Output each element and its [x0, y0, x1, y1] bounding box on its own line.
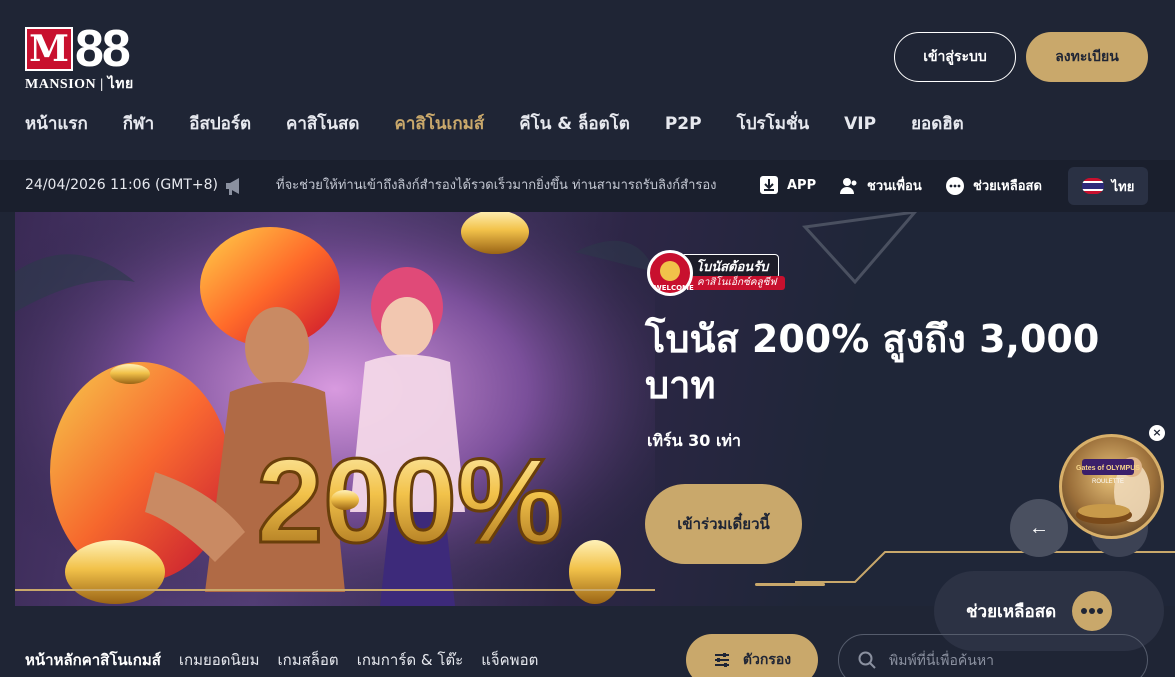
welcome-bonus-badge: โบนัสต้อนรับ คาสิโนเอ็กซ์คลูซีฟ WELCOME [647, 250, 807, 298]
nav-item-casino-games[interactable]: คาสิโนเกมส์ [394, 112, 484, 136]
datetime: 24/04/2026 11:06 (GMT+8) [25, 177, 218, 193]
game-subtitle: ROULETTE [1092, 479, 1124, 485]
filter-button[interactable]: ตัวกรอง [686, 634, 818, 677]
refer-label: ชวนเพื่อน [867, 179, 922, 194]
app-label: APP [787, 177, 817, 193]
language-selector[interactable]: ไทย [1068, 167, 1148, 205]
logo-subtitle: MANSION | ไทย [25, 77, 134, 92]
thai-flag-icon [1081, 178, 1104, 194]
megaphone-icon [226, 178, 239, 195]
banner-artwork: 200% [15, 212, 655, 606]
chat-bubble-icon [1072, 591, 1113, 631]
search-box [838, 634, 1148, 677]
register-button[interactable]: ลงทะเบียน [1026, 32, 1148, 82]
main-nav: หน้าแรก กีฬา อีสปอร์ต คาสิโนสด คาสิโนเกม… [25, 112, 999, 136]
banner-prev-button[interactable]: ← [1010, 499, 1068, 557]
m88-logo[interactable]: M 88 MANSION | ไทย [25, 21, 137, 92]
chat-icon [946, 176, 964, 195]
search-input[interactable] [889, 649, 1129, 673]
nav-item-esports[interactable]: อีสปอร์ต [189, 112, 251, 136]
download-icon [760, 176, 778, 194]
logo-mark: M [25, 27, 73, 71]
subnav-item-card-table[interactable]: เกมการ์ด & โต๊ะ [357, 649, 464, 671]
livechat-label: ช่วยเหลือสด [973, 179, 1042, 194]
livechat-link[interactable]: ช่วยเหลือสด [945, 175, 1042, 196]
subnav-item-casino-home[interactable]: หน้าหลักคาสิโนเกมส์ [25, 649, 161, 671]
welcome-badge-icon: WELCOME [647, 250, 694, 296]
badge-welcome-text: WELCOME [654, 284, 694, 292]
nav-item-keno-lotto[interactable]: คีโน & ล็อตโต [519, 112, 630, 136]
subnav-item-jackpot[interactable]: แจ็คพอต [481, 649, 538, 671]
subnav-item-popular[interactable]: เกมยอดนิยม [179, 649, 260, 671]
nav-item-home[interactable]: หน้าแรก [25, 112, 88, 136]
app-download-link[interactable]: APP [759, 175, 816, 195]
nav-item-promotions[interactable]: โปรโมชั่น [737, 112, 810, 136]
game-title: Gates of OLYMPUS [1076, 465, 1140, 472]
badge-subtitle: คาสิโนเอ็กซ์คลูซีฟ [687, 276, 785, 290]
banner-title: โบนัส 200% สูงถึง 3,000 บาท [645, 317, 1100, 407]
subnav-item-slots[interactable]: เกมสล็อต [277, 649, 338, 671]
promo-banner[interactable]: 200% โบนัสต้อนรับ คาสิโนเอ็กซ์คลูซีฟ WEL… [15, 212, 1175, 606]
sliders-icon [714, 653, 729, 667]
close-promo-button[interactable]: × [1149, 425, 1165, 441]
casino-subnav: หน้าหลักคาสิโนเกมส์ เกมยอดนิยม เกมสล็อต … [25, 649, 556, 671]
header: M 88 MANSION | ไทย เข้าสู่ระบบ ลงทะเบียน… [0, 0, 1175, 152]
nav-item-vip[interactable]: VIP [844, 112, 876, 136]
refer-friend-link[interactable]: ชวนเพื่อน [839, 175, 922, 196]
login-button[interactable]: เข้าสู่ระบบ [894, 32, 1016, 82]
floating-game-promo[interactable]: Gates of OLYMPUS ROULETTE [1059, 434, 1164, 539]
live-help-label: ช่วยเหลือสด [966, 601, 1057, 622]
nav-item-live-casino[interactable]: คาสิโนสด [286, 112, 359, 136]
nav-item-popular[interactable]: ยอดฮิต [911, 112, 964, 136]
language-label: ไทย [1111, 179, 1135, 195]
info-bar: 24/04/2026 11:06 (GMT+8) ที่จะช่วยให้ท่า… [0, 160, 1175, 212]
logo-number: 88 [75, 20, 131, 78]
announcement-text: ที่จะช่วยให้ท่านเข้าถึงลิงก์สำรองได้รวดเ… [276, 178, 717, 193]
announcement-marquee[interactable]: ที่จะช่วยให้ท่านเข้าถึงลิงก์สำรองได้รวดเ… [276, 176, 750, 196]
nav-item-sports[interactable]: กีฬา [123, 112, 154, 136]
join-now-button[interactable]: เข้าร่วมเดี๋ยวนี้ [645, 484, 802, 564]
banner-subtitle: เทิร์น 30 เท่า [647, 431, 741, 450]
banner-progress-indicator [755, 583, 825, 586]
users-icon [840, 177, 857, 194]
search-icon [858, 651, 876, 669]
nav-item-p2p[interactable]: P2P [665, 112, 702, 136]
banner-art-text: 200% [257, 434, 564, 568]
filter-label: ตัวกรอง [742, 652, 792, 668]
